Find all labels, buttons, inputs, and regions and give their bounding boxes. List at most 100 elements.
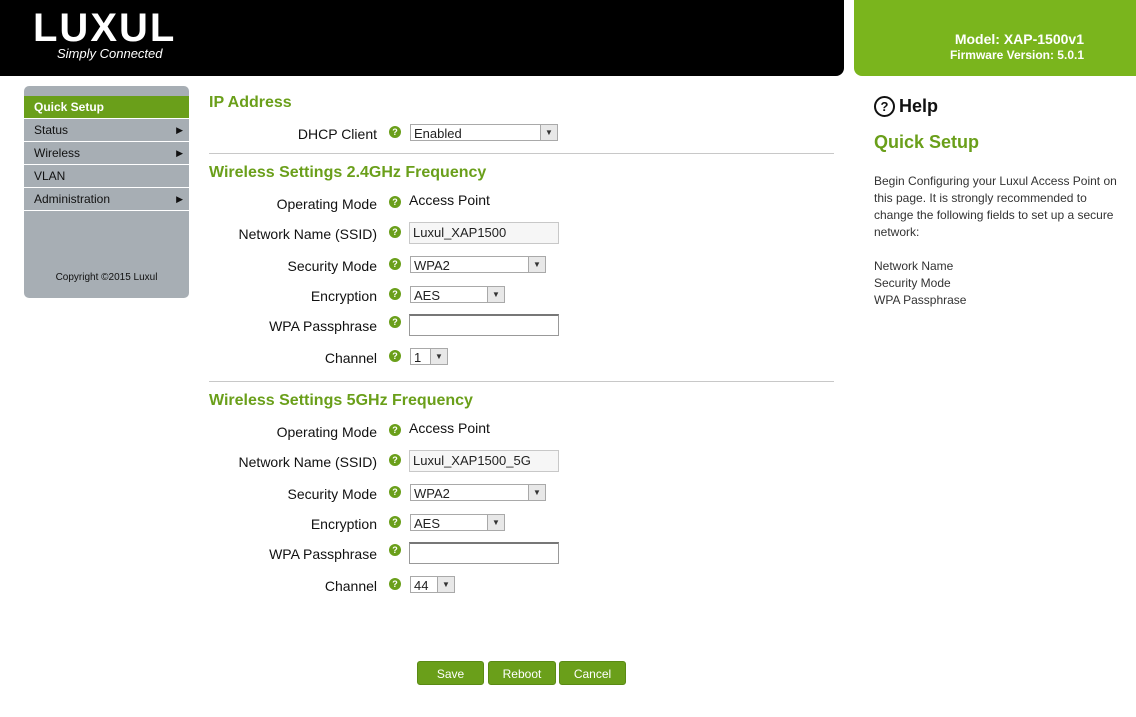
model-info-panel: Model: XAP-1500v1 Firmware Version: 5.0.… bbox=[854, 0, 1136, 76]
model-label: Model: XAP-1500v1 bbox=[954, 31, 1084, 47]
question-circle-icon[interactable]: ? bbox=[389, 226, 401, 238]
dhcp-client-value: Enabled bbox=[414, 126, 462, 141]
reboot-button[interactable]: Reboot bbox=[488, 661, 556, 685]
chevron-down-icon: ▼ bbox=[437, 577, 454, 592]
question-circle-icon[interactable]: ? bbox=[389, 516, 401, 528]
security-mode-label: Security Mode bbox=[287, 258, 377, 274]
passphrase-label: WPA Passphrase bbox=[269, 546, 377, 562]
section-title-2-4ghz: Wireless Settings 2.4GHz Frequency bbox=[209, 164, 487, 181]
question-circle-icon[interactable]: ? bbox=[389, 196, 401, 208]
question-circle-icon[interactable]: ? bbox=[389, 126, 401, 138]
operating-mode-value: Access Point bbox=[409, 420, 490, 436]
sidebar-item-label: Administration bbox=[34, 192, 111, 206]
encryption-value: AES bbox=[414, 288, 441, 303]
chevron-down-icon: ▼ bbox=[528, 257, 545, 272]
passphrase-row-24: WPA Passphrase ? bbox=[209, 314, 834, 336]
help-title-text: Help bbox=[899, 96, 939, 116]
firmware-version: Firmware Version: 5.0.1 bbox=[949, 48, 1084, 62]
chevron-down-icon: ▼ bbox=[487, 515, 504, 530]
help-field-list: Network Name Security Mode WPA Passphras… bbox=[874, 258, 1129, 309]
encryption-select-24[interactable]: AES ▼ bbox=[410, 286, 505, 303]
help-panel: ? Help Quick Setup Begin Configuring your… bbox=[874, 96, 1129, 309]
question-circle-icon[interactable]: ? bbox=[389, 258, 401, 270]
dhcp-client-row: DHCP Client ? Enabled ▼ bbox=[209, 122, 834, 144]
help-subtitle: Quick Setup bbox=[874, 132, 980, 152]
logo-wordmark: LUXUL bbox=[33, 6, 177, 50]
passphrase-input-5[interactable] bbox=[409, 542, 559, 564]
ssid-input-5[interactable]: Luxul_XAP1500_5G bbox=[409, 450, 559, 472]
passphrase-input-24[interactable] bbox=[409, 314, 559, 336]
chevron-down-icon: ▼ bbox=[487, 287, 504, 302]
question-circle-icon[interactable]: ? bbox=[389, 544, 401, 556]
save-button[interactable]: Save bbox=[417, 661, 484, 685]
operating-mode-row-24: Operating Mode ? Access Point bbox=[209, 192, 834, 214]
channel-label: Channel bbox=[324, 350, 377, 366]
help-field-item: WPA Passphrase bbox=[874, 293, 967, 307]
question-circle-icon: ? bbox=[874, 96, 895, 117]
chevron-down-icon: ▼ bbox=[430, 349, 447, 364]
sidebar-item-label: Wireless bbox=[34, 146, 81, 160]
divider bbox=[209, 153, 834, 154]
triangle-right-icon: ▶ bbox=[176, 148, 183, 158]
question-circle-icon[interactable]: ? bbox=[389, 288, 401, 300]
security-mode-value: WPA2 bbox=[414, 258, 450, 273]
cancel-button[interactable]: Cancel bbox=[559, 661, 626, 685]
passphrase-row-5: WPA Passphrase ? bbox=[209, 542, 834, 564]
help-body-text: Begin Configuring your Luxul Access Poin… bbox=[874, 174, 1117, 239]
question-circle-icon[interactable]: ? bbox=[389, 486, 401, 498]
security-mode-label: Security Mode bbox=[287, 486, 377, 502]
operating-mode-value: Access Point bbox=[409, 192, 490, 208]
encryption-value: AES bbox=[414, 516, 441, 531]
sidebar-item-label: Quick Setup bbox=[34, 100, 105, 114]
security-mode-value: WPA2 bbox=[414, 486, 450, 501]
triangle-right-icon: ▶ bbox=[176, 125, 183, 135]
dhcp-client-select[interactable]: Enabled ▼ bbox=[410, 124, 558, 141]
ssid-row-24: Network Name (SSID) ? Luxul_XAP1500 bbox=[209, 222, 834, 244]
question-circle-icon[interactable]: ? bbox=[389, 316, 401, 328]
chevron-down-icon: ▼ bbox=[528, 485, 545, 500]
operating-mode-label: Operating Mode bbox=[276, 424, 377, 440]
question-circle-icon[interactable]: ? bbox=[389, 350, 401, 362]
security-mode-select-24[interactable]: WPA2 ▼ bbox=[410, 256, 546, 273]
ssid-label: Network Name (SSID) bbox=[238, 454, 377, 470]
ssid-input-24[interactable]: Luxul_XAP1500 bbox=[409, 222, 559, 244]
security-mode-select-5[interactable]: WPA2 ▼ bbox=[410, 484, 546, 501]
divider bbox=[209, 381, 834, 382]
question-circle-icon[interactable]: ? bbox=[389, 578, 401, 590]
sidebar-nav: Quick Setup Status ▶ Wireless ▶ VLAN Admin… bbox=[24, 86, 189, 298]
channel-value: 1 bbox=[414, 350, 422, 365]
copyright-text: Copyright ©2015 Luxul bbox=[55, 272, 158, 283]
help-field-item: Security Mode bbox=[874, 276, 951, 290]
sidebar-item-vlan[interactable]: VLAN bbox=[24, 165, 189, 188]
security-mode-row-24: Security Mode ? WPA2 ▼ bbox=[209, 254, 834, 276]
channel-label: Channel bbox=[324, 578, 377, 594]
chevron-down-icon: ▼ bbox=[540, 125, 557, 140]
sidebar-item-wireless[interactable]: Wireless ▶ bbox=[24, 142, 189, 165]
luxul-logo: LUXUL Simply Connected bbox=[33, 8, 176, 61]
channel-select-5[interactable]: 44 ▼ bbox=[410, 576, 455, 593]
operating-mode-label: Operating Mode bbox=[276, 196, 377, 212]
ssid-row-5: Network Name (SSID) ? Luxul_XAP1500_5G bbox=[209, 450, 834, 472]
question-circle-icon[interactable]: ? bbox=[389, 454, 401, 466]
sidebar-item-label: VLAN bbox=[34, 169, 66, 183]
passphrase-label: WPA Passphrase bbox=[269, 318, 377, 334]
channel-select-24[interactable]: 1 ▼ bbox=[410, 348, 448, 365]
encryption-label: Encryption bbox=[310, 516, 377, 532]
encryption-label: Encryption bbox=[310, 288, 377, 304]
ssid-label: Network Name (SSID) bbox=[238, 226, 377, 242]
section-title-5ghz: Wireless Settings 5GHz Frequency bbox=[209, 392, 473, 409]
channel-row-5: Channel ? 44 ▼ bbox=[209, 574, 834, 596]
encryption-select-5[interactable]: AES ▼ bbox=[410, 514, 505, 531]
sidebar-item-administration[interactable]: Administration ▶ bbox=[24, 188, 189, 211]
security-mode-row-5: Security Mode ? WPA2 ▼ bbox=[209, 482, 834, 504]
operating-mode-row-5: Operating Mode ? Access Point bbox=[209, 420, 834, 442]
channel-value: 44 bbox=[414, 578, 429, 593]
section-title-ip: IP Address bbox=[209, 94, 292, 111]
encryption-row-5: Encryption ? AES ▼ bbox=[209, 512, 834, 534]
question-circle-icon[interactable]: ? bbox=[389, 424, 401, 436]
sidebar-item-status[interactable]: Status ▶ bbox=[24, 119, 189, 142]
sidebar-item-label: Status bbox=[34, 123, 69, 137]
help-field-item: Network Name bbox=[874, 259, 954, 273]
sidebar-item-quick-setup[interactable]: Quick Setup bbox=[24, 96, 189, 119]
channel-row-24: Channel ? 1 ▼ bbox=[209, 346, 834, 368]
